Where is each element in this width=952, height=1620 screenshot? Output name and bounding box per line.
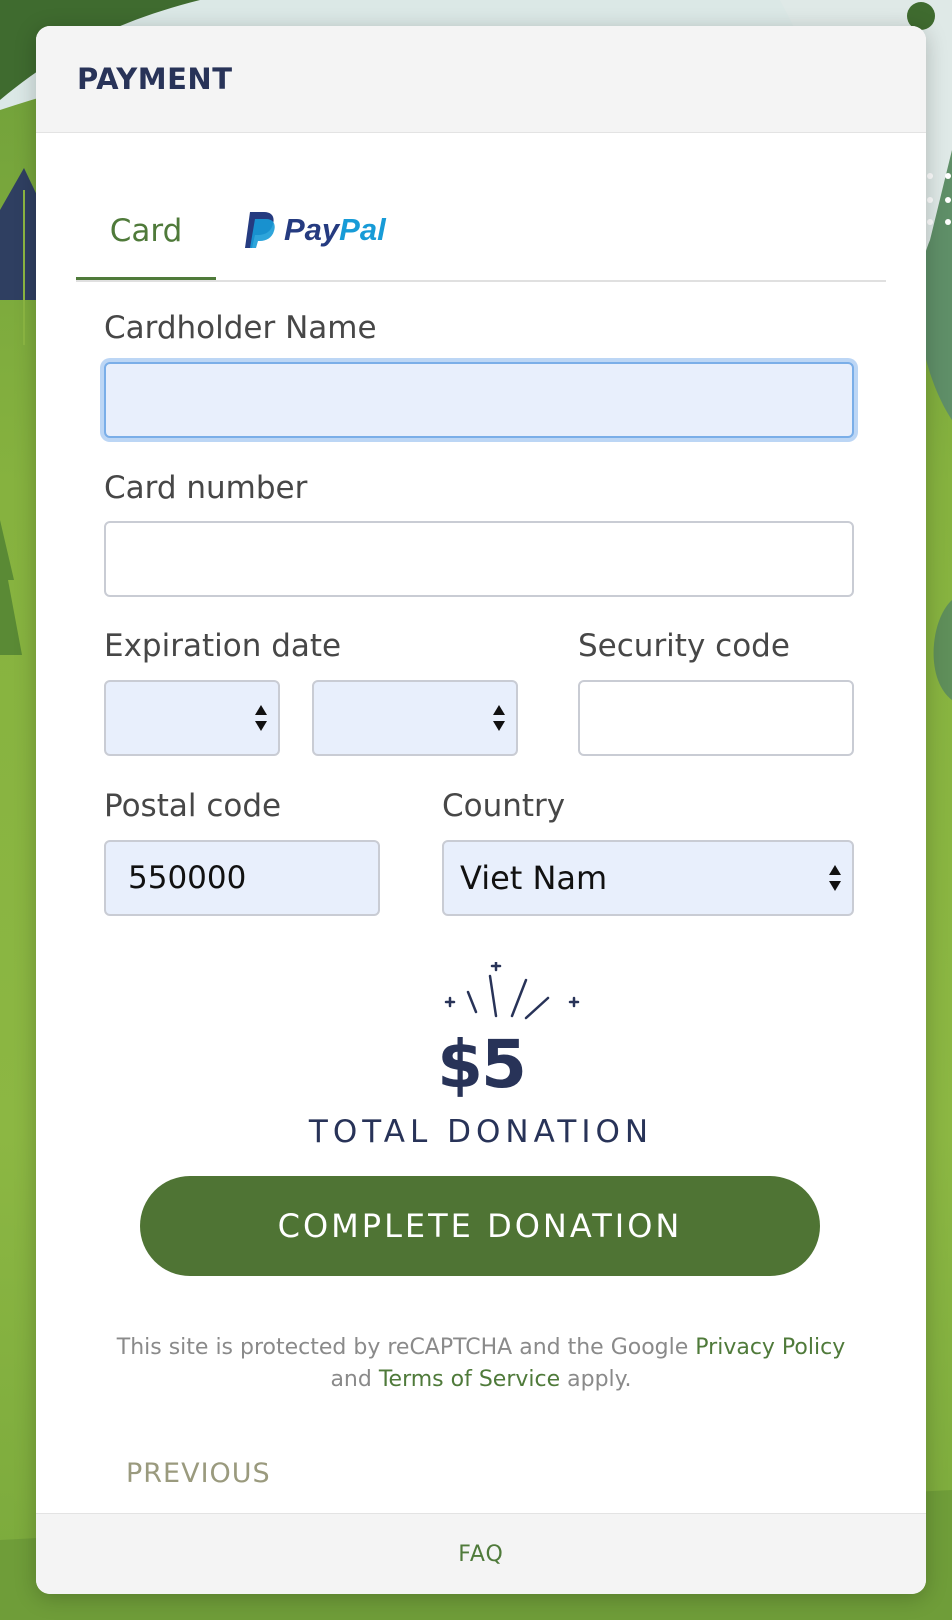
tab-paypal[interactable]: PayPal	[244, 180, 386, 280]
paypal-word-pal: Pal	[339, 212, 386, 247]
security-code-input[interactable]	[578, 680, 854, 756]
expiration-month-select[interactable]	[104, 680, 280, 756]
recaptcha-text-before: This site is protected by reCAPTCHA and …	[116, 1335, 696, 1360]
country-label: Country	[442, 788, 566, 824]
page-title: PAYMENT	[77, 62, 233, 96]
faq-link[interactable]: FAQ	[458, 1542, 504, 1567]
paypal-icon	[245, 212, 275, 248]
payment-card: PAYMENT Card PayPal Cardholder Name Card…	[36, 26, 926, 1594]
expiration-date-label: Expiration date	[104, 628, 342, 664]
paypal-logo-text: PayPal	[284, 212, 386, 248]
cardholder-name-input[interactable]	[104, 362, 854, 438]
payment-method-tabs: Card PayPal	[76, 180, 886, 282]
tab-card-label: Card	[109, 212, 183, 249]
security-code-label: Security code	[578, 628, 790, 664]
country-value: Viet Nam	[460, 859, 608, 897]
celebration-burst-icon	[444, 962, 580, 1020]
select-arrows-icon	[829, 865, 841, 891]
postal-code-input[interactable]	[104, 840, 380, 916]
bush-icon	[0, 520, 22, 655]
card-number-input[interactable]	[104, 521, 854, 597]
tab-card[interactable]: Card	[76, 180, 216, 280]
previous-button[interactable]: PREVIOUS	[126, 1458, 271, 1489]
select-arrows-icon	[255, 705, 267, 731]
cardholder-name-label: Cardholder Name	[104, 310, 377, 346]
total-donation-label: TOTAL DONATION	[308, 1114, 654, 1150]
terms-of-service-link[interactable]: Terms of Service	[379, 1367, 560, 1392]
paypal-word-pay: Pay	[284, 212, 340, 247]
postal-code-label: Postal code	[104, 788, 282, 824]
card-footer: FAQ	[36, 1513, 926, 1594]
select-arrows-icon	[493, 705, 505, 731]
expiration-year-select[interactable]	[312, 680, 518, 756]
recaptcha-text-middle: and	[330, 1367, 379, 1392]
recaptcha-notice: This site is protected by reCAPTCHA and …	[116, 1332, 846, 1396]
recaptcha-text-after: apply.	[560, 1367, 632, 1392]
privacy-policy-link[interactable]: Privacy Policy	[695, 1335, 845, 1360]
card-number-label: Card number	[104, 470, 308, 506]
complete-donation-button[interactable]: COMPLETE DONATION	[140, 1176, 820, 1276]
country-select[interactable]: Viet Nam	[442, 840, 854, 916]
payment-header: PAYMENT	[36, 26, 926, 133]
donation-amount: $5	[437, 1026, 527, 1103]
